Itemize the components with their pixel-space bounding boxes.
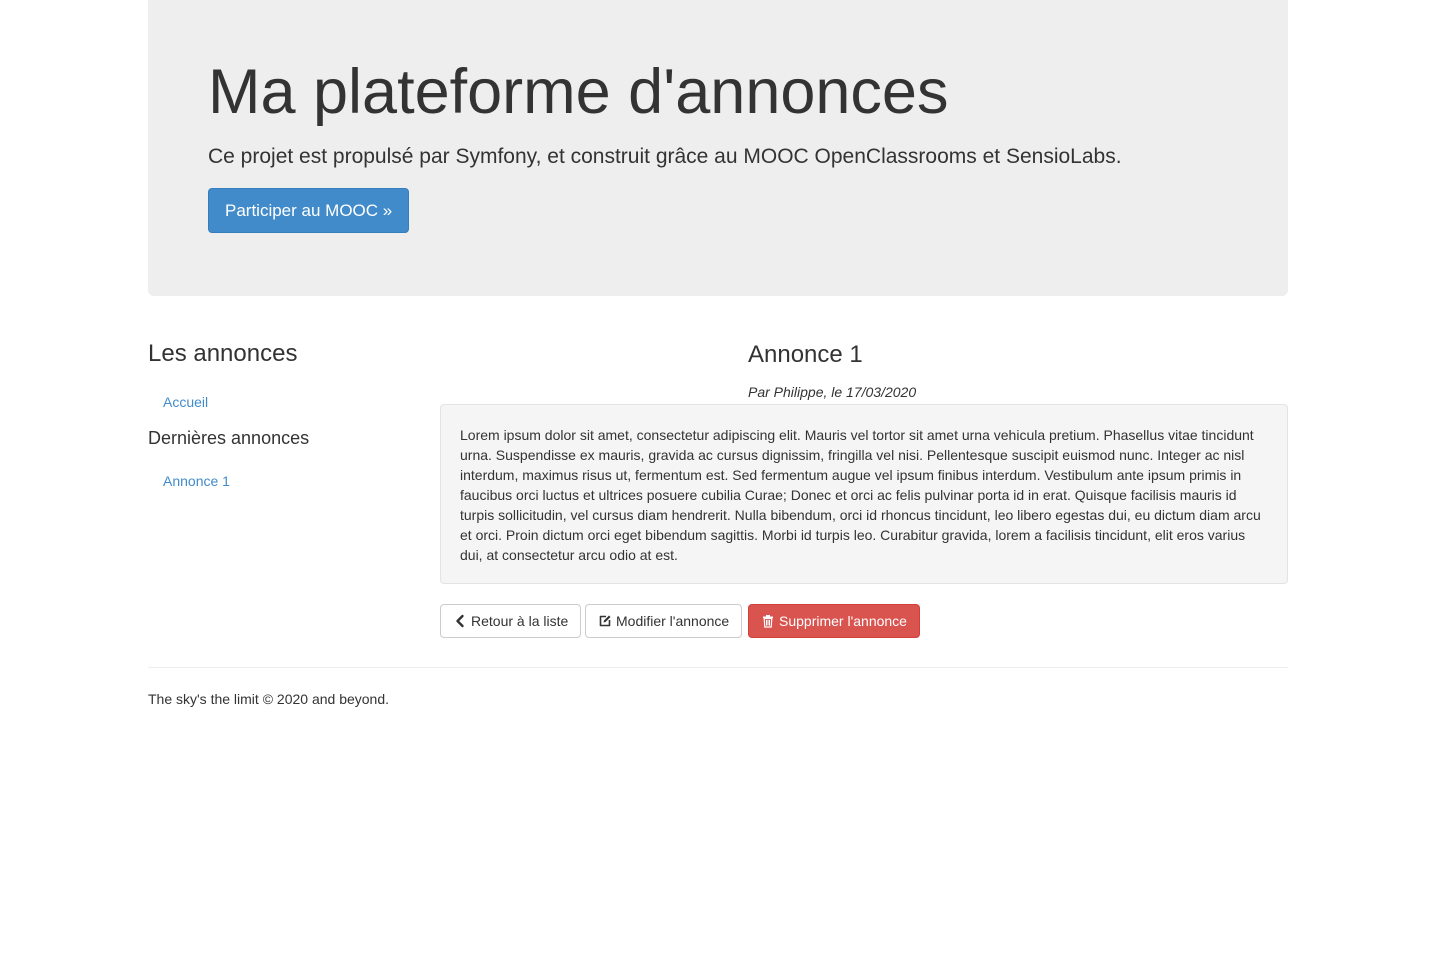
latest-adverts-title: Dernières annonces (148, 428, 310, 448)
advert-content: Lorem ipsum dolor sit amet, consectetur … (460, 427, 1261, 563)
sidebar-title: Les annonces (148, 340, 298, 367)
nav-link-home[interactable]: Accueil (163, 392, 208, 412)
advert-content-box: Lorem ipsum dolor sit amet, consectetur … (440, 404, 1288, 584)
latest-advert-link[interactable]: Annonce 1 (163, 471, 230, 491)
delete-advert-label: Supprimer l'annonce (779, 613, 907, 629)
back-to-list-label: Retour à la liste (471, 613, 569, 629)
site-title: Ma plateforme d'annonces (208, 57, 949, 127)
edit-icon (598, 614, 612, 628)
delete-advert-button[interactable]: Supprimer l'annonce (748, 604, 920, 638)
site-lead: Ce projet est propulsé par Symfony, et c… (208, 145, 1122, 168)
chevron-left-icon (453, 614, 467, 628)
advert-meta: Par Philippe, le 17/03/2020 (748, 384, 917, 400)
footer-text: The sky's the limit © 2020 and beyond. (148, 691, 390, 707)
join-mooc-button[interactable]: Participer au MOOC » (208, 188, 410, 233)
advert-title: Annonce 1 (748, 341, 863, 368)
trash-icon (761, 614, 775, 628)
edit-advert-label: Modifier l'annonce (616, 613, 730, 629)
back-to-list-button[interactable]: Retour à la liste (440, 604, 582, 638)
jumbotron: Ma plateforme d'annonces Ce projet est p… (148, 0, 1288, 296)
footer-divider (148, 667, 1288, 668)
edit-advert-button[interactable]: Modifier l'annonce (585, 604, 743, 638)
